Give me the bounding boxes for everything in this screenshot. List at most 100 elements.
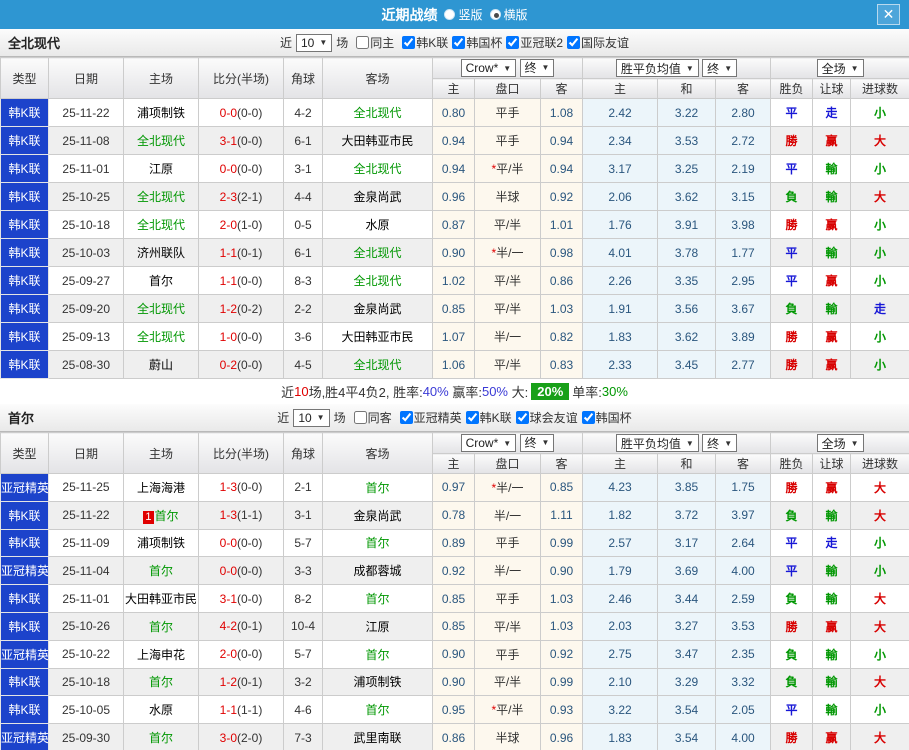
home-team-cell: 1 首尔 [123, 500, 199, 530]
handicap-result-cell: 赢 [812, 266, 852, 295]
checkbox-icon[interactable] [465, 410, 479, 424]
checkbox-icon[interactable] [452, 35, 466, 49]
avg-group-header: 胜平负均值 ▼ 终 ▼ [581, 432, 772, 454]
same-venue-label: 同客 [367, 411, 392, 425]
date-cell: 25-09-13 [48, 322, 124, 351]
checkbox-icon[interactable] [402, 35, 416, 49]
league-filter-checkbox[interactable]: 韩K联 [462, 409, 512, 426]
live-star-icon: * [491, 246, 497, 260]
score-cell: 0-0(0-0) [198, 98, 284, 127]
bookmaker-select[interactable]: Crow* ▼ [460, 59, 517, 78]
avg-select[interactable]: 胜平负均值 ▼ [615, 59, 699, 77]
handicap-result-cell: 輸 [812, 500, 852, 530]
same-venue-checkbox[interactable]: 同主 [352, 34, 394, 51]
league-cell: 韩K联 [0, 98, 49, 127]
avg-select[interactable]: 胜平负均值 ▼ [615, 434, 699, 452]
halftime-score: (0-1) [237, 674, 263, 689]
corner-cell: 3-1 [283, 500, 323, 530]
avg-home-cell: 2.75 [582, 639, 658, 669]
league-filter-checkbox[interactable]: 亚冠联2 [502, 34, 563, 51]
close-icon[interactable]: ✕ [877, 4, 900, 25]
league-filter-checkbox[interactable]: 韩国杯 [578, 409, 632, 426]
fulltime-score: 2-0 [219, 217, 237, 232]
same-venue-checkbox[interactable]: 同客 [350, 409, 392, 426]
table-row: 韩K联 25-11-09 浦项制铁 0-0(0-0) 5-7 首尔 0.89 平手 0.99 2.… [0, 528, 909, 558]
checkbox-icon[interactable] [515, 410, 529, 424]
summary-segment: 大: [508, 385, 529, 400]
odds-home-cell: 0.92 [432, 556, 475, 586]
away-team-cell: 金泉尚武 [322, 500, 433, 530]
date-cell: 25-11-01 [48, 584, 124, 613]
away-team-cell: 大田韩亚市民 [322, 322, 433, 351]
col-avg-away: 客 [714, 78, 772, 99]
match-count-select[interactable]: 10 ▼ [293, 408, 330, 427]
odds-away-cell: 1.03 [540, 294, 583, 323]
checkbox-icon[interactable] [356, 36, 370, 49]
final-odds-select[interactable]: 终 ▼ [519, 433, 555, 452]
layout-vertical-radio[interactable]: 竖版 [444, 6, 483, 23]
checkbox-icon[interactable] [567, 35, 581, 49]
handicap-result-cell: 輸 [812, 667, 852, 697]
radio-icon[interactable] [444, 9, 456, 20]
odds-away-cell: 0.82 [540, 322, 583, 351]
goals-result-cell: 小 [850, 556, 909, 586]
checkbox-icon[interactable] [581, 410, 595, 424]
layout-horizontal-radio[interactable]: 横版 [489, 6, 528, 23]
chevron-down-icon: ▼ [724, 438, 733, 448]
avg-draw-cell: 3.47 [657, 639, 716, 669]
col-wdl: 胜负 [770, 453, 814, 474]
col-crow-home: 主 [432, 453, 475, 474]
league-filter-label: 国际友谊 [581, 35, 630, 50]
checkbox-icon[interactable] [506, 35, 520, 49]
bookmaker-select[interactable]: Crow* ▼ [460, 434, 517, 453]
fulltime-select[interactable]: 全场 ▼ [816, 59, 864, 77]
games-label: 场 [336, 36, 349, 50]
final-avg-select[interactable]: 终 ▼ [702, 434, 738, 452]
match-count-select[interactable]: 10 ▼ [295, 33, 333, 52]
league-filter-checkbox[interactable]: 国际友谊 [563, 34, 629, 51]
league-filter-checkbox[interactable]: 韩K联 [398, 34, 448, 51]
home-team-cell: 全北现代 [123, 210, 199, 239]
avg-draw-cell: 3.25 [657, 154, 716, 183]
final-odds-select[interactable]: 终 ▼ [519, 58, 555, 77]
halftime-score: (0-0) [237, 591, 263, 606]
checkbox-icon[interactable] [353, 411, 367, 424]
avg-away-cell: 2.80 [714, 98, 772, 127]
avg-away-cell: 3.97 [714, 500, 772, 530]
checkbox-icon[interactable] [399, 410, 413, 424]
score-cell: 1-1(1-1) [198, 695, 284, 725]
home-team-cell: 大田韩亚市民 [123, 584, 199, 613]
away-team-cell: 全北现代 [322, 350, 433, 379]
title-bar: 近期战绩 竖版 横版 ✕ [0, 0, 909, 29]
home-team-cell: 全北现代 [123, 126, 199, 155]
odds-away-cell: 0.98 [540, 238, 583, 267]
away-team-name: 全北现代 [353, 106, 402, 120]
date-cell: 25-11-22 [48, 98, 124, 127]
league-cell: 亚冠精英 [0, 556, 49, 586]
away-team-name: 全北现代 [353, 162, 402, 176]
corner-cell: 2-2 [283, 294, 323, 323]
league-filter-checkbox[interactable]: 球会友谊 [512, 409, 578, 426]
radio-selected-icon[interactable] [489, 9, 501, 20]
corner-cell: 0-5 [283, 210, 323, 239]
col-goals: 进球数 [850, 78, 909, 99]
league-filter-checkbox[interactable]: 亚冠精英 [396, 409, 462, 426]
halftime-score: (0-2) [237, 301, 263, 316]
away-team-name: 金泉尚武 [353, 190, 402, 204]
wdl-result-cell: 負 [770, 182, 814, 211]
fulltime-score: 1-3 [219, 480, 237, 495]
wdl-result-cell: 負 [770, 500, 814, 530]
league-filter-checkbox[interactable]: 韩国杯 [448, 34, 502, 51]
summary-segment: 近 [281, 385, 295, 400]
fulltime-select[interactable]: 全场 ▼ [816, 434, 864, 452]
final-avg-select[interactable]: 终 ▼ [702, 59, 738, 77]
date-cell: 25-10-26 [48, 611, 124, 641]
home-team-cell: 浦项制铁 [123, 528, 199, 558]
table-row: 韩K联 25-11-01 大田韩亚市民 3-1(0-0) 8-2 首尔 0.85 平手 1.03… [0, 584, 909, 613]
fulltime-score: 3-1 [219, 591, 237, 606]
league-cell: 韩K联 [0, 667, 49, 697]
away-team-cell: 首尔 [322, 695, 433, 725]
halftime-score: (0-0) [237, 563, 263, 578]
away-team-cell: 成都蓉城 [322, 556, 433, 586]
odds-home-cell: 0.85 [432, 294, 475, 323]
